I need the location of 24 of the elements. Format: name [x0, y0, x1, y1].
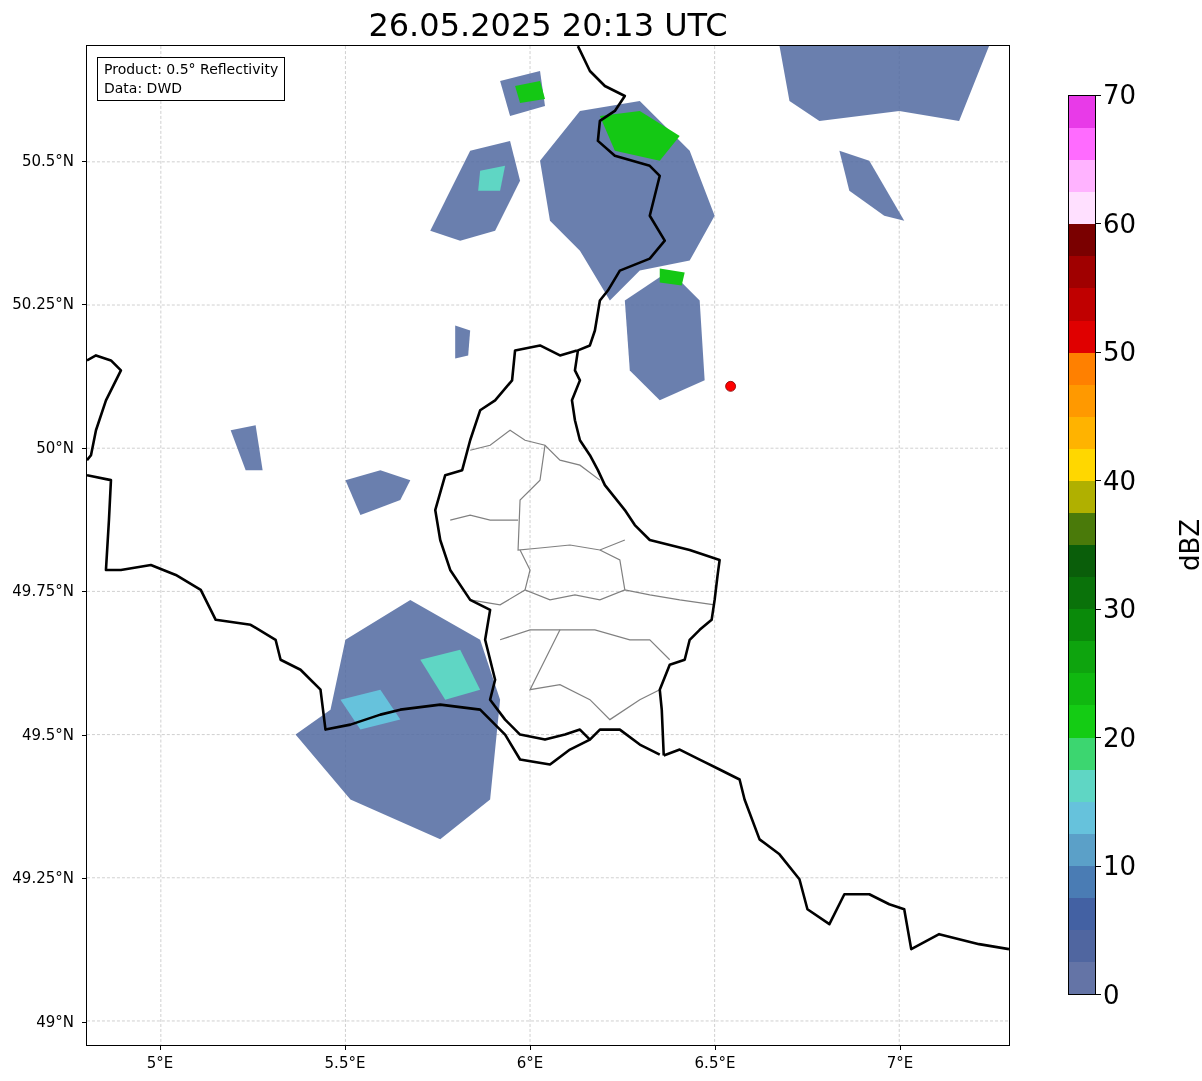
latitude-label: 49°N [36, 1011, 74, 1033]
latitude-label: 50.5°N [21, 150, 74, 172]
colorbar-tick-label: 50 [1103, 336, 1137, 369]
latitude-label: 50.25°N [12, 294, 74, 316]
colorbar-tick-label: 30 [1103, 593, 1137, 626]
longitude-label: 6.5°E [694, 1053, 736, 1073]
longitude-label: 5°E [146, 1053, 174, 1073]
colorbar-tick-label: 20 [1103, 721, 1137, 754]
longitude-label: 7°E [886, 1053, 914, 1073]
longitude-label: 6°E [516, 1053, 544, 1073]
latitude-label: 49.25°N [12, 868, 74, 890]
chart-title: 26.05.2025 20:13 UTC [368, 5, 728, 45]
legend-text: Data: DWD [104, 79, 183, 98]
latitude-label: 49.5°N [21, 724, 74, 746]
latitude-label: 49.75°N [12, 581, 74, 603]
colorbar-tick-label: 40 [1103, 464, 1137, 497]
longitude-label: 5.5°E [324, 1053, 366, 1073]
colorbar-tick-label: 70 [1103, 79, 1137, 111]
colorbar-tick-label: 60 [1103, 207, 1137, 240]
colorbar-tick-label: 0 [1103, 979, 1120, 1011]
legend-text: Product: 0.5° Reflectivity [104, 60, 279, 79]
colorbar-label: dBZ [1174, 518, 1202, 572]
colorbar-tick-label: 10 [1103, 850, 1137, 883]
latitude-label: 50°N [36, 437, 74, 459]
